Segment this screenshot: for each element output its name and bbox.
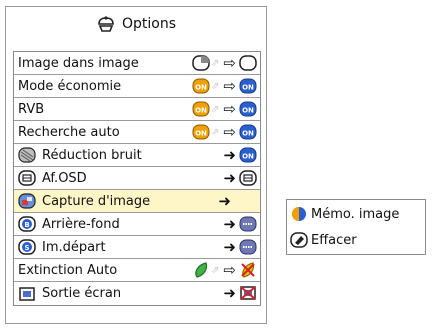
options-icon [98,16,114,32]
startup-setting-icon [239,239,257,255]
menu-item-status: ➜ [220,238,257,256]
arrow-icon: ⇗ [211,57,220,69]
svg-text:ON: ON [242,130,254,138]
svg-text:ON: ON [195,107,207,115]
menu-item-im-depart[interactable]: S Im.départ ➜ [14,236,260,259]
arrow-right-icon: ⇨ [223,54,236,72]
menu-item-capture-image[interactable]: Capture d'image ➜ [14,190,260,213]
menu-item-af-osd[interactable]: Af.OSD ➜ [14,167,260,190]
menu-item-label: Af.OSD [42,170,87,186]
auto-power-off-icon [195,262,208,278]
options-title: Options [6,7,266,41]
menu-item-status: ⇗ ⇨ [192,54,257,72]
on-active-icon: ON [239,78,257,94]
pip-icon [192,55,210,71]
menu-item-sortie-ecran[interactable]: Sortie écran ➜ [14,282,260,305]
svg-text:ON: ON [242,84,254,92]
svg-text:S: S [24,244,29,252]
arrow-right-icon: ⇨ [223,123,236,141]
osd-setting-icon [239,170,257,186]
menu-item-status: ON ⇗ ⇨ ON [192,100,257,118]
menu-item-label: Im.départ [42,239,106,255]
menu-item-label: Sortie écran [42,286,122,301]
svg-text:ON: ON [195,84,207,92]
erase-icon [290,232,308,248]
monitor-out-disabled-icon [240,286,256,300]
svg-text:B: B [24,221,29,229]
menu-item-label: Extinction Auto [18,262,118,278]
menu-item-arriere-fond[interactable]: B Arrière-fond ➜ [14,213,260,236]
menu-item-status: ➜ [215,192,234,210]
monitor-out-icon [19,286,35,301]
memo-image-icon [292,207,306,221]
menu-item-status: ON ⇗ ⇨ ON [192,123,257,141]
menu-item-recherche-auto[interactable]: Recherche auto ON ⇗ ⇨ ON [14,121,260,144]
on-icon: ON [192,124,210,140]
menu-item-mode-economie[interactable]: Mode économie ON ⇗ ⇨ ON [14,75,260,98]
osd-icon [18,170,36,186]
menu-item-status: ➜ [220,169,257,187]
arrow-right-icon: ➜ [223,238,236,256]
submenu-item-effacer[interactable]: Effacer [287,228,425,252]
arrow-right-icon: ⇨ [223,77,236,95]
menu-item-extinction-auto[interactable]: Extinction Auto ⇗ ⇨ [14,259,260,282]
menu-item-image-dans-image[interactable]: Image dans image ⇗ ⇨ [14,52,260,75]
arrow-right-icon: ➜ [223,169,236,187]
submenu-item-label: Mémo. image [311,206,400,222]
submenu-item-memo-image[interactable]: Mémo. image [287,202,425,226]
arrow-right-icon: ➜ [223,146,236,164]
background-icon: B [18,216,36,232]
background-setting-icon [239,216,257,232]
menu-item-label: RVB [18,101,45,117]
capture-submenu: Mémo. image Effacer [286,199,426,255]
auto-power-off-disabled-icon [241,262,255,278]
menu-item-status: ➜ [220,284,257,302]
on-active-icon: ON [239,147,257,163]
svg-text:ON: ON [242,107,254,115]
menu-item-reduction-bruit[interactable]: Réduction bruit ➜ ON [14,144,260,167]
on-icon: ON [192,101,210,117]
svg-text:ON: ON [195,130,207,138]
capture-icon [18,193,36,209]
menu-item-status: ⇗ ⇨ [192,261,257,279]
arrow-right-icon: ➜ [223,284,236,302]
arrow-icon: ⇗ [211,126,220,138]
options-panel: Options Image dans image ⇗ ⇨ Mode économ… [5,6,267,324]
menu-item-label: Arrière-fond [42,216,120,232]
arrow-right-icon: ➜ [223,215,236,233]
menu-item-status: ON ⇗ ⇨ ON [192,77,257,95]
arrow-icon: ⇗ [211,264,220,276]
arrow-right-icon: ➜ [218,192,231,210]
arrow-icon: ⇗ [211,103,220,115]
svg-text:ON: ON [242,153,254,161]
menu-item-status: ➜ [220,215,257,233]
menu-item-rvb[interactable]: RVB ON ⇗ ⇨ ON [14,98,260,121]
on-active-icon: ON [239,124,257,140]
menu-item-label: Capture d'image [42,193,151,209]
menu-item-label: Réduction bruit [42,147,142,163]
pip-off-icon [239,55,257,71]
arrow-icon: ⇗ [211,80,220,92]
options-menu: Image dans image ⇗ ⇨ Mode économie ON ⇗ … [13,51,261,306]
arrow-right-icon: ⇨ [223,261,236,279]
submenu-item-label: Effacer [311,232,357,248]
arrow-right-icon: ⇨ [223,100,236,118]
menu-item-label: Image dans image [18,55,139,71]
menu-item-status: ➜ ON [220,146,257,164]
on-active-icon: ON [239,101,257,117]
on-icon: ON [192,78,210,94]
menu-item-label: Recherche auto [18,124,120,140]
startup-icon: S [18,239,36,255]
noise-reduction-icon [18,147,36,163]
options-title-text: Options [121,16,177,32]
menu-item-label: Mode économie [18,78,122,94]
